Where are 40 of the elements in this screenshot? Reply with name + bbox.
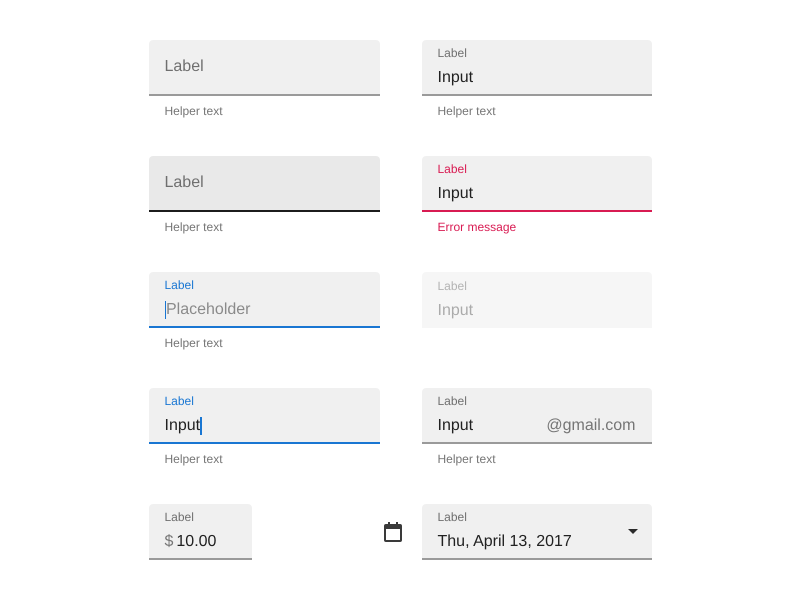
field-label: Label [438, 394, 468, 408]
field-label: Label [164, 278, 195, 292]
text-cursor-icon [164, 301, 166, 319]
text-field[interactable]: Label Input [422, 156, 652, 212]
field-label: Label [438, 279, 468, 293]
input-text: Input [164, 416, 200, 436]
field-label: Label [438, 162, 468, 176]
dropdown-caret-icon [628, 528, 638, 534]
field-label: Label [438, 46, 468, 60]
suffix-text: @gmail.com [546, 416, 636, 436]
field-label: Label [164, 510, 195, 524]
placeholder-text: Placeholder [166, 300, 250, 320]
text-field[interactable]: Label [148, 40, 380, 96]
text-field[interactable]: Label Input [422, 40, 652, 96]
error-message: Error message [436, 219, 518, 235]
input-text: Input [438, 184, 474, 204]
field-label: Label [438, 510, 468, 524]
field-label: Label [164, 58, 204, 75]
helper-text: Helper text [436, 103, 497, 119]
input-text: Input [438, 68, 474, 88]
field-label: Label [164, 394, 195, 408]
input-text: 10.00 [176, 532, 216, 552]
text-field[interactable]: Label $ 10.00 [148, 504, 252, 560]
text-field[interactable]: Label Placeholder [148, 272, 380, 328]
helper-text: Helper text [164, 451, 224, 467]
calendar-icon [384, 522, 402, 542]
helper-text: Helper text [164, 103, 224, 119]
date-dropdown-field[interactable]: Label Thu, April 13, 2017 [422, 504, 652, 560]
helper-text: Helper text [436, 451, 497, 467]
input-text: Input [438, 416, 474, 436]
prefix-text: $ [164, 532, 174, 552]
helper-text: Helper text [164, 219, 224, 235]
input-text: Thu, April 13, 2017 [438, 532, 572, 552]
text-field[interactable]: Label [148, 156, 380, 212]
helper-text: Helper text [164, 335, 224, 351]
text-field[interactable]: Label Input [148, 388, 380, 444]
input-text: Input [438, 301, 474, 321]
text-cursor-icon [200, 417, 202, 435]
text-field[interactable]: Label Input @gmail.com [422, 388, 652, 444]
field-label: Label [164, 174, 204, 191]
